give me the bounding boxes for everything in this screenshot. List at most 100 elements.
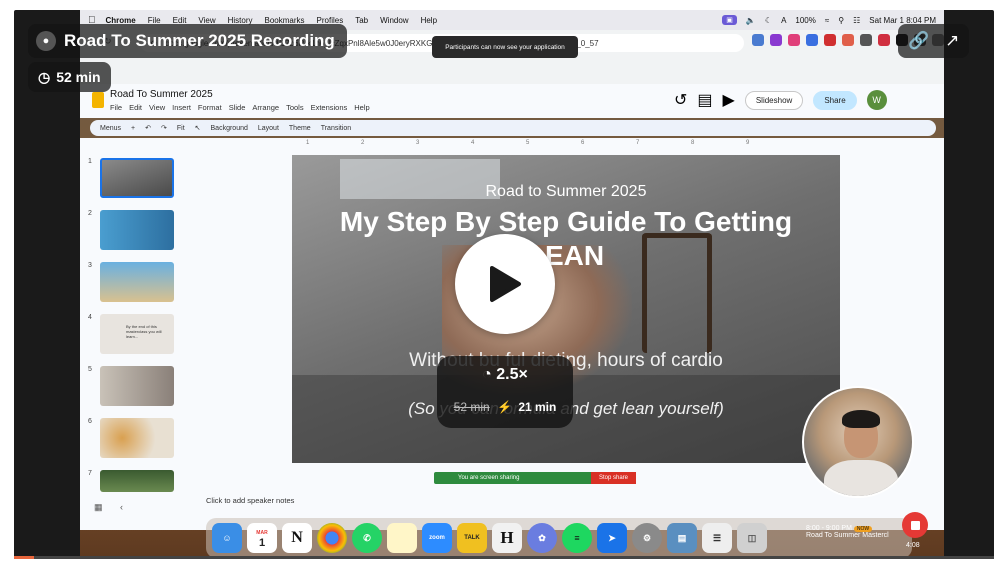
play-button[interactable]: [455, 234, 555, 334]
menus-search[interactable]: Menus: [100, 125, 121, 132]
slides-menu-format[interactable]: Format: [198, 103, 222, 112]
ruler-tick: 4: [471, 140, 475, 146]
layout-button[interactable]: Layout: [258, 125, 279, 132]
slides-menu: File Edit View Insert Format Slide Arran…: [110, 103, 370, 112]
playback-speed-badge[interactable]: ◔ 2.5× 52 min ⚡ 21 min: [437, 356, 573, 428]
wifi-icon[interactable]: ≈: [825, 16, 829, 25]
add-slide-icon[interactable]: +: [131, 125, 135, 132]
slideshow-button[interactable]: Slideshow: [744, 90, 804, 110]
downloads-icon[interactable]: ☰: [702, 523, 732, 553]
slides-menu-edit[interactable]: Edit: [129, 103, 142, 112]
slide-thumbnail-3[interactable]: [100, 262, 174, 302]
playback-progress-bar[interactable]: [14, 556, 994, 559]
menu-window[interactable]: Window: [380, 16, 408, 25]
control-center-icon[interactable]: ☷: [853, 16, 860, 25]
slides-menu-extensions[interactable]: Extensions: [311, 103, 348, 112]
slides-menu-tools[interactable]: Tools: [286, 103, 304, 112]
recording-title[interactable]: Road To Summer 2025 Recording: [64, 31, 335, 51]
finder-icon[interactable]: ☺: [212, 523, 242, 553]
open-external-icon[interactable]: ↗: [945, 31, 959, 51]
meet-icon[interactable]: ▶: [723, 90, 735, 110]
grid-view-icon[interactable]: ▦: [94, 502, 103, 513]
duration-text: 52 min: [56, 69, 101, 85]
playback-progress-fill: [14, 556, 34, 559]
notes-icon[interactable]: [387, 523, 417, 553]
clock-icon: ◷: [38, 68, 51, 85]
recording-timer: 4:08: [906, 542, 920, 549]
creator-avatar: ●: [36, 31, 56, 51]
document-title[interactable]: Road To Summer 2025: [110, 89, 213, 100]
hemingway-icon[interactable]: H: [492, 523, 522, 553]
spotlight-icon[interactable]: ⚲: [838, 16, 844, 25]
slides-logo-icon[interactable]: [92, 92, 104, 108]
redo-icon[interactable]: ↷: [161, 124, 167, 132]
flower-icon[interactable]: ✿: [527, 523, 557, 553]
user-avatar[interactable]: W: [866, 90, 887, 110]
slide-thumbnail-5[interactable]: [100, 366, 174, 406]
thumb-number: 4: [88, 314, 92, 321]
prime-icon[interactable]: ➤: [597, 523, 627, 553]
header-actions: ↺ ▤ ▶ Slideshow Share W: [674, 90, 887, 110]
speaker-notes[interactable]: Click to add speaker notes: [206, 496, 294, 505]
extension-icon[interactable]: [788, 34, 800, 46]
extension-icon[interactable]: [770, 34, 782, 46]
slide-title-line2: LEAN: [527, 240, 605, 271]
webcam-bubble[interactable]: [802, 386, 914, 498]
select-tool-icon[interactable]: ↖: [195, 124, 201, 132]
input-source-icon[interactable]: A: [781, 16, 786, 25]
collapse-icon[interactable]: ‹: [120, 502, 123, 512]
history-icon[interactable]: ↺: [674, 90, 687, 110]
notion-icon[interactable]: N: [282, 523, 312, 553]
preview-icon[interactable]: ▤: [667, 523, 697, 553]
zoom-icon[interactable]: zoom: [422, 523, 452, 553]
volume-icon[interactable]: 🔈: [746, 16, 756, 25]
calendar-icon[interactable]: MAR 1: [247, 523, 277, 553]
calendar-event-widget[interactable]: 8:00 - 9:00 PM NOW Road To Summer Master…: [806, 525, 889, 539]
ruler-tick: 7: [636, 140, 640, 146]
slide-thumbnail-7[interactable]: [100, 470, 174, 492]
stop-icon: [910, 520, 920, 530]
moon-icon[interactable]: ☾: [765, 16, 772, 25]
slides-menu-slide[interactable]: Slide: [229, 103, 246, 112]
talk-icon[interactable]: TALK: [457, 523, 487, 553]
extension-icon[interactable]: [806, 34, 818, 46]
slides-menu-file[interactable]: File: [110, 103, 122, 112]
chrome-icon[interactable]: [317, 523, 347, 553]
slide-thumbnail-2[interactable]: [100, 210, 174, 250]
menu-help[interactable]: Help: [421, 16, 437, 25]
spotify-icon[interactable]: ≡: [562, 523, 592, 553]
theme-button[interactable]: Theme: [289, 125, 311, 132]
extension-icon[interactable]: [842, 34, 854, 46]
duration-badge: ◷ 52 min: [28, 62, 111, 92]
slides-header: Road To Summer 2025 File Edit View Inser…: [80, 84, 944, 118]
slide-thumbnail-6[interactable]: [100, 418, 174, 458]
trash-icon[interactable]: ◫: [737, 523, 767, 553]
webcam-person-body: [824, 460, 898, 496]
stop-share-button[interactable]: Stop share: [590, 472, 636, 484]
stop-recording-button[interactable]: [902, 512, 928, 538]
system-settings-icon[interactable]: ⚙: [632, 523, 662, 553]
whatsapp-icon[interactable]: ✆: [352, 523, 382, 553]
battery-percent[interactable]: 100%: [795, 16, 815, 25]
slides-menu-view[interactable]: View: [149, 103, 165, 112]
share-notification: Participants can now see your applicatio…: [432, 36, 578, 58]
extension-icon[interactable]: [752, 34, 764, 46]
copy-link-icon[interactable]: 🔗: [908, 31, 929, 51]
share-button[interactable]: Share: [813, 90, 857, 110]
extension-icon[interactable]: [824, 34, 836, 46]
slides-menu-help[interactable]: Help: [354, 103, 369, 112]
menu-tab[interactable]: Tab: [355, 16, 368, 25]
transition-button[interactable]: Transition: [321, 125, 351, 132]
slides-menu-arrange[interactable]: Arrange: [252, 103, 279, 112]
undo-icon[interactable]: ↶: [145, 124, 151, 132]
slide-thumbnail-4[interactable]: By the end of this masterclass you will …: [100, 314, 174, 354]
background-button[interactable]: Background: [211, 125, 248, 132]
comments-icon[interactable]: ▤: [697, 90, 712, 110]
slides-menu-insert[interactable]: Insert: [172, 103, 191, 112]
extension-icon[interactable]: [860, 34, 872, 46]
screen-share-status-icon[interactable]: ▣: [722, 15, 737, 25]
extension-icon[interactable]: [878, 34, 890, 46]
slide-thumbnail-1[interactable]: [100, 158, 174, 198]
thumb-number: 3: [88, 262, 92, 269]
zoom-fit[interactable]: Fit: [177, 125, 185, 132]
